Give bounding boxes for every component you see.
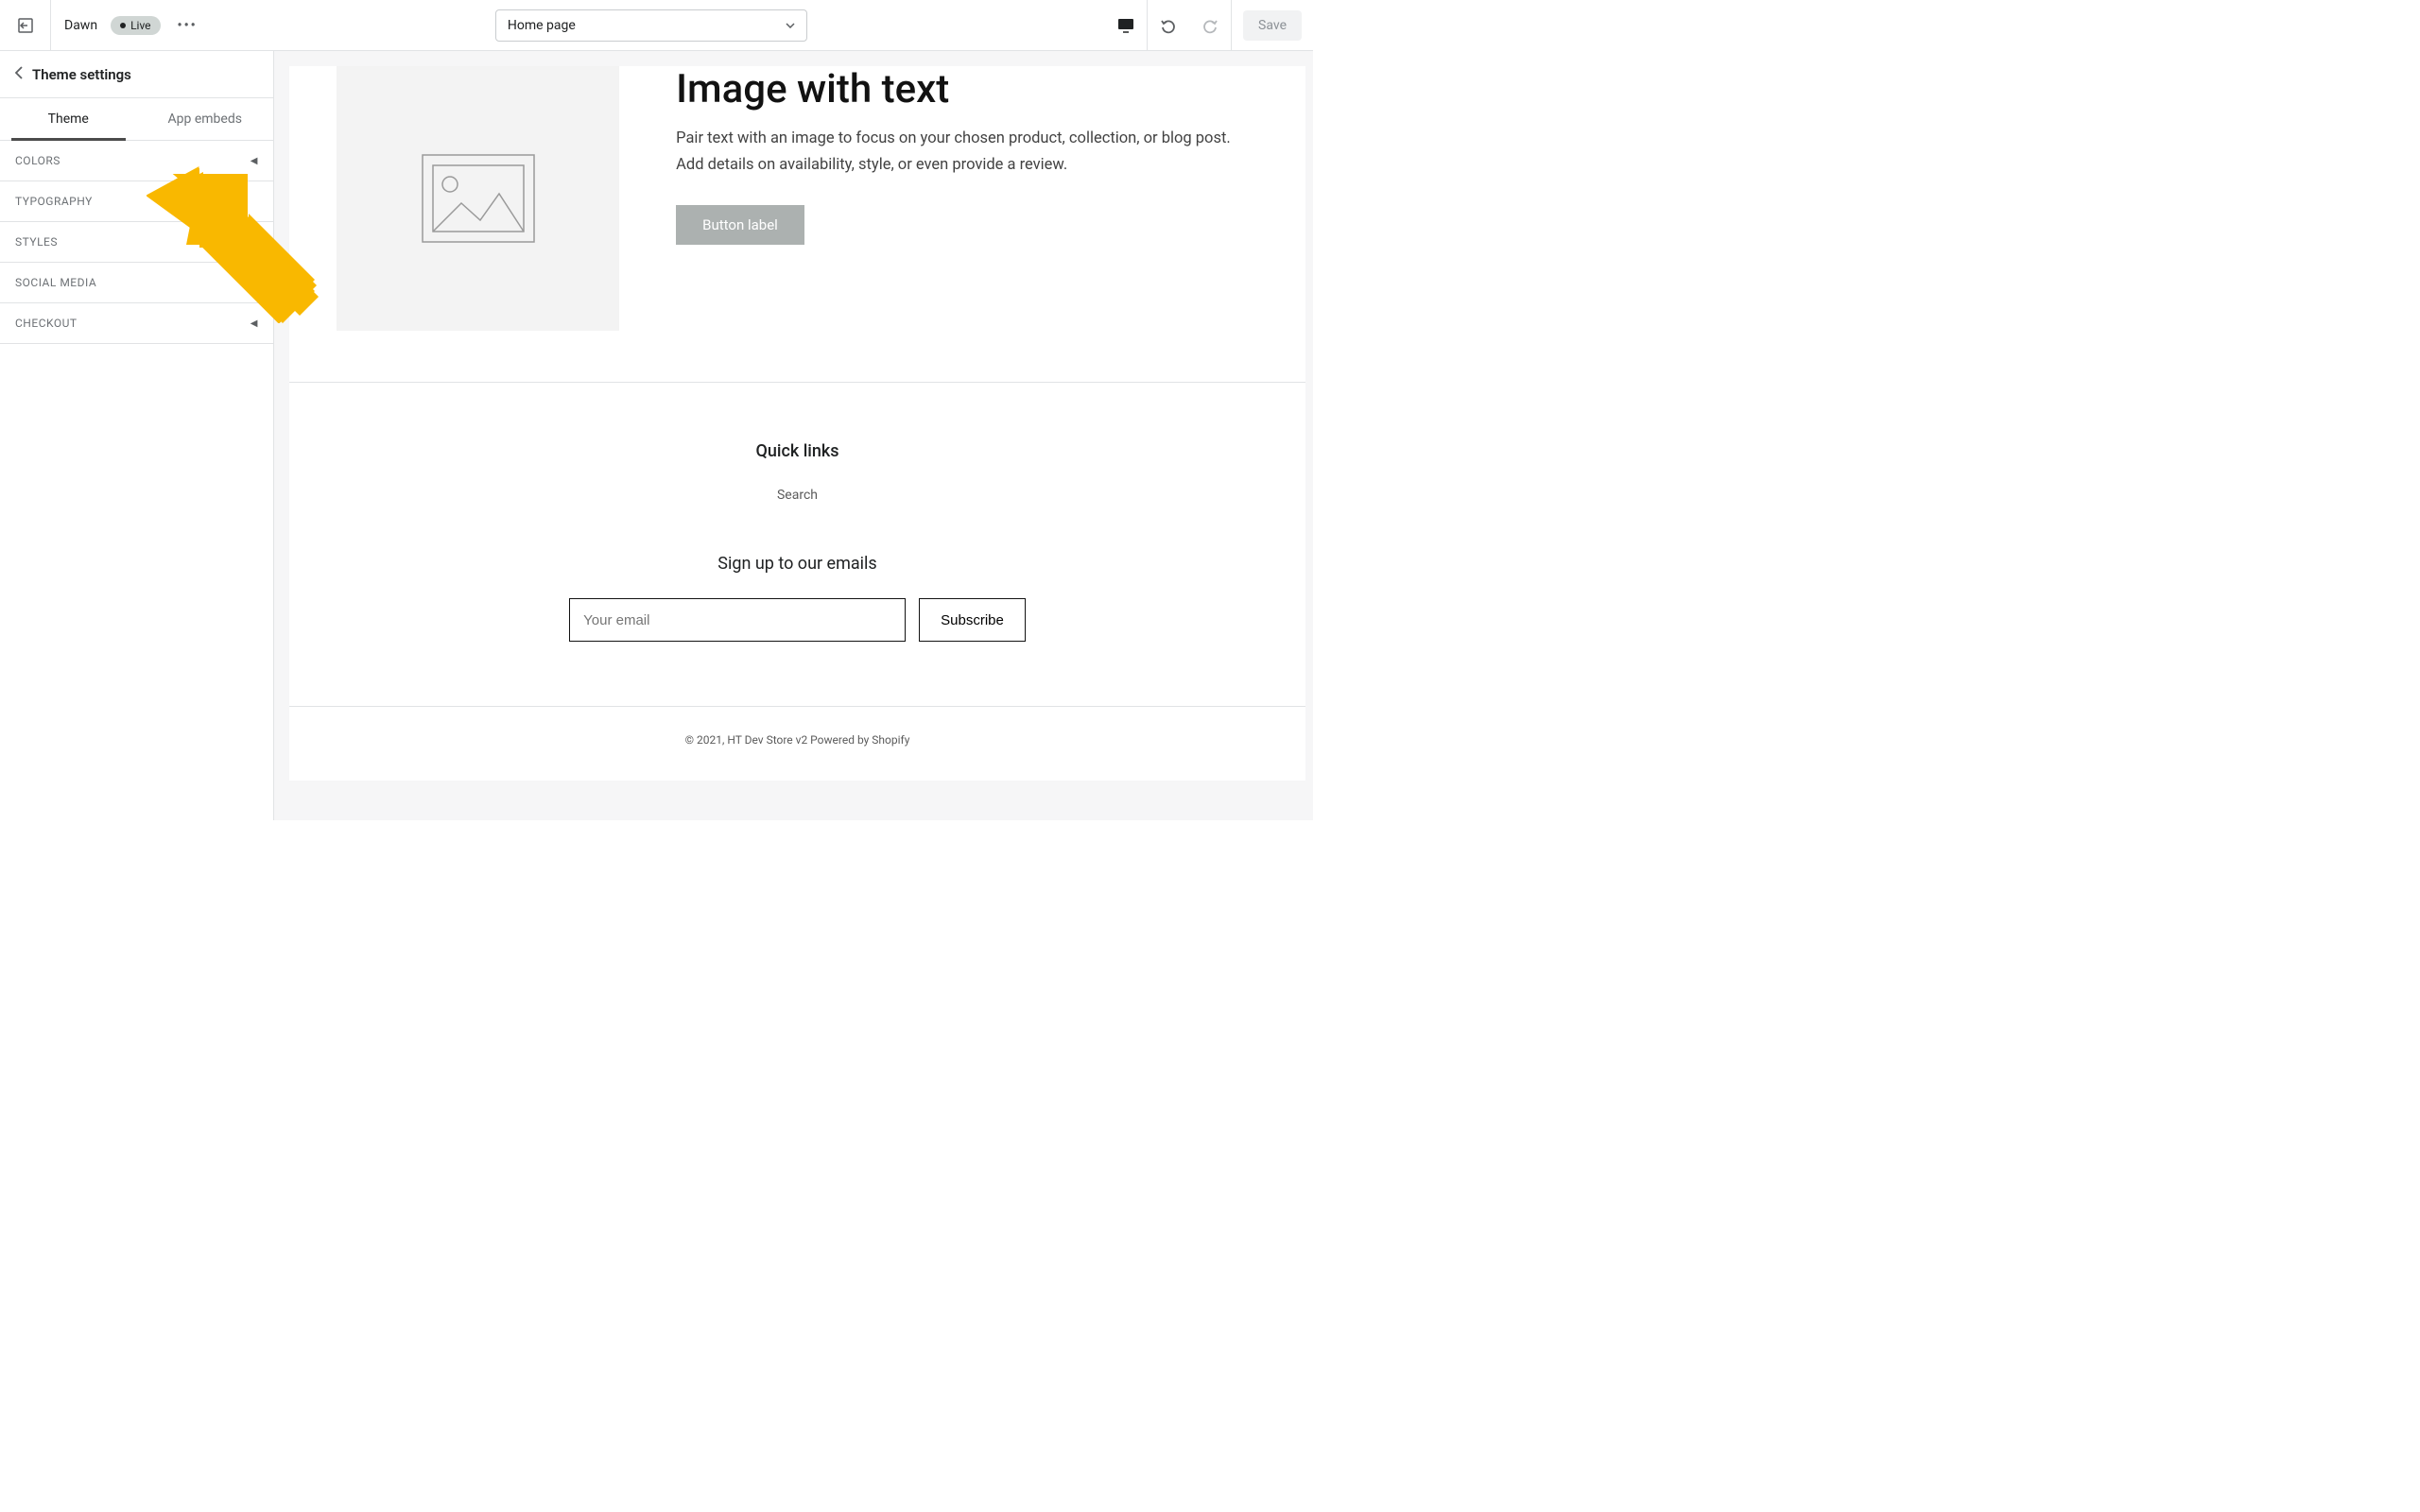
chevron-left-icon <box>15 66 23 79</box>
chevron-left-icon: ◀ <box>251 278 258 288</box>
section-heading[interactable]: Image with text <box>676 66 1258 112</box>
setting-typography[interactable]: TYPOGRAPHY <box>0 181 273 222</box>
image-placeholder-icon <box>422 154 535 243</box>
desktop-icon <box>1116 17 1135 34</box>
theme-name: Dawn <box>51 18 111 33</box>
topbar: Dawn Live ••• Home page Save <box>0 0 1313 51</box>
tab-theme[interactable]: Theme <box>0 98 137 140</box>
live-badge: Live <box>111 16 160 35</box>
redo-button[interactable] <box>1189 0 1231 50</box>
undo-icon <box>1159 16 1178 35</box>
chevron-left-icon: ◀ <box>251 237 258 248</box>
footer-link-search[interactable]: Search <box>289 488 1305 503</box>
image-placeholder[interactable] <box>337 66 619 331</box>
setting-styles[interactable]: STYLES◀ <box>0 222 273 263</box>
chevron-down-icon <box>786 23 795 28</box>
chevron-left-icon: ◀ <box>251 318 258 329</box>
theme-preview: Image with text Pair text with an image … <box>274 51 1313 820</box>
redo-icon <box>1201 16 1219 35</box>
back-button[interactable] <box>15 66 23 83</box>
section-body[interactable]: Pair text with an image to focus on your… <box>676 126 1258 179</box>
more-menu-button[interactable]: ••• <box>178 18 198 33</box>
viewport-desktop-button[interactable] <box>1105 0 1147 50</box>
live-dot-icon <box>120 23 126 28</box>
copyright-text: © 2021, HT Dev Store v2 Powered by Shopi… <box>289 706 1305 781</box>
subscribe-button[interactable]: Subscribe <box>919 598 1026 642</box>
image-with-text-section[interactable]: Image with text Pair text with an image … <box>289 66 1305 382</box>
sidebar: Theme settings Theme App embeds COLORS◀ … <box>0 51 274 820</box>
page-selector-label: Home page <box>508 18 576 33</box>
quick-links-title: Quick links <box>289 441 1305 461</box>
email-input[interactable] <box>569 598 906 642</box>
page-selector[interactable]: Home page <box>495 9 807 42</box>
tab-app-embeds[interactable]: App embeds <box>137 98 274 140</box>
exit-button[interactable] <box>0 0 51 50</box>
footer-section[interactable]: Quick links Search Sign up to our emails… <box>289 382 1305 781</box>
chevron-left-icon: ◀ <box>251 156 258 166</box>
setting-social-media[interactable]: SOCIAL MEDIA◀ <box>0 263 273 303</box>
section-button[interactable]: Button label <box>676 205 804 245</box>
save-button: Save <box>1243 10 1302 41</box>
signup-title: Sign up to our emails <box>289 554 1305 574</box>
exit-icon <box>16 16 35 35</box>
setting-checkout[interactable]: CHECKOUT◀ <box>0 303 273 344</box>
undo-button[interactable] <box>1148 0 1189 50</box>
sidebar-title: Theme settings <box>32 66 131 83</box>
setting-colors[interactable]: COLORS◀ <box>0 141 273 181</box>
